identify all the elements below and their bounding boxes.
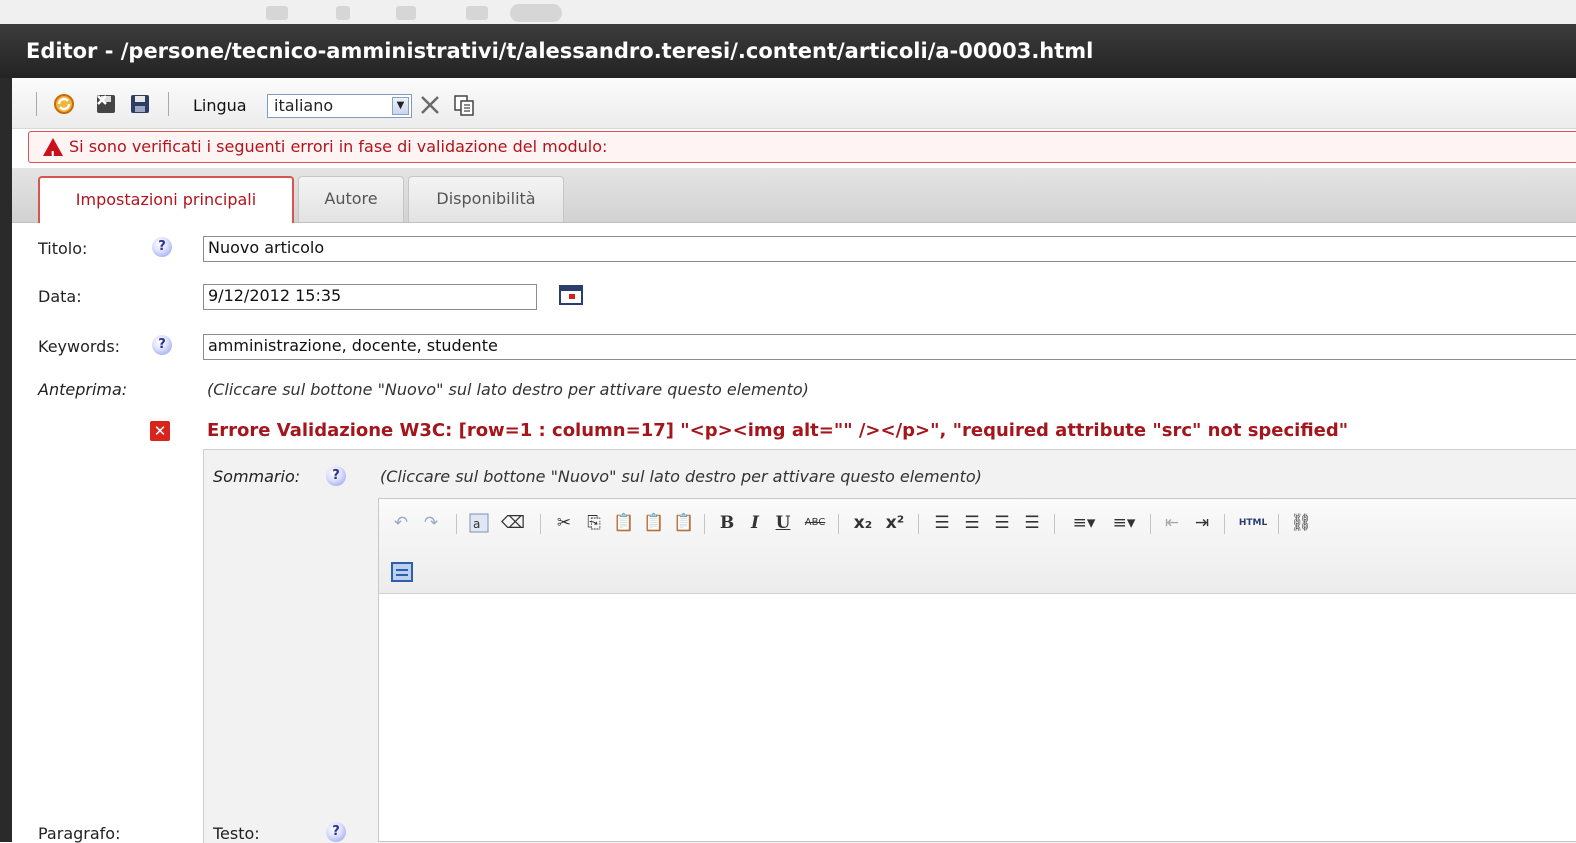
language-select[interactable]: italiano ▼ (267, 94, 412, 118)
language-label: Lingua (193, 96, 247, 115)
underline-button[interactable]: U (772, 508, 794, 538)
keywords-label: Keywords: (38, 337, 121, 356)
refresh-icon[interactable] (52, 92, 76, 116)
close-icon[interactable] (418, 93, 442, 117)
title-label: Titolo: (38, 239, 88, 258)
toolbar-separator (1278, 514, 1279, 534)
align-left-icon[interactable]: ☰ (930, 508, 954, 538)
html-source-button[interactable]: HTML (1236, 508, 1270, 538)
save-icon[interactable] (128, 92, 152, 116)
toolbar-separator (1054, 514, 1055, 534)
background-icon (266, 6, 288, 20)
preview-hint: (Cliccare sul bottone "Nuovo" sul lato d… (207, 380, 809, 399)
error-icon: ✕ (150, 421, 170, 441)
italic-button[interactable]: I (744, 508, 766, 538)
redo-icon[interactable]: ↷ (420, 508, 442, 538)
window-title: Editor - /persone/tecnico-amministrativi… (0, 24, 1576, 78)
title-input[interactable]: Nuovo articolo (203, 236, 1576, 262)
help-icon[interactable]: ? (152, 237, 172, 257)
link-icon[interactable]: ⛓ (1288, 508, 1314, 538)
background-icon (510, 4, 562, 22)
align-right-icon[interactable]: ☰ (990, 508, 1014, 538)
toolbar-separator (1150, 514, 1151, 534)
help-icon[interactable]: ? (326, 822, 346, 842)
background-page-strip (0, 0, 1576, 24)
outdent-icon[interactable]: ⇤ (1160, 508, 1184, 538)
align-center-icon[interactable]: ☰ (960, 508, 984, 538)
summary-label: Sommario: (213, 467, 301, 486)
numbered-list-icon[interactable]: ≡▾ (1066, 508, 1102, 538)
svg-text:a: a (473, 517, 480, 531)
toolbar-separator (704, 514, 705, 534)
paste-word-icon[interactable]: 📋 (672, 508, 696, 538)
background-icon (336, 6, 350, 20)
date-input[interactable]: 9/12/2012 15:35 (203, 284, 537, 310)
remove-format-icon[interactable]: a (466, 508, 492, 538)
eraser-icon[interactable]: ⌫ (500, 508, 526, 538)
copy-icon[interactable] (452, 93, 476, 117)
summary-hint: (Cliccare sul bottone "Nuovo" sul lato d… (380, 467, 982, 486)
background-icon (396, 6, 416, 20)
undo-icon[interactable]: ↶ (390, 508, 412, 538)
bullet-list-icon[interactable]: ≡▾ (1106, 508, 1142, 538)
calendar-icon[interactable] (559, 284, 583, 306)
save-exit-icon[interactable] (94, 92, 118, 116)
toolbar-separator (540, 514, 541, 534)
help-icon[interactable]: ? (152, 335, 172, 355)
toolbar-separator (1224, 514, 1225, 534)
superscript-button[interactable]: x² (882, 508, 908, 538)
warning-icon (43, 138, 63, 171)
paragraph-label: Paragrafo: (38, 824, 121, 843)
date-label: Data: (38, 287, 82, 306)
tab-disponibilita[interactable]: Disponibilità (408, 176, 564, 222)
paste-icon[interactable]: 📋 (612, 508, 636, 538)
toolbar-separator (918, 514, 919, 534)
toolbar-separator (838, 514, 839, 534)
copy-icon[interactable]: ⎘ (582, 508, 606, 538)
indent-icon[interactable]: ⇥ (1190, 508, 1214, 538)
validation-error-banner: Si sono verificati i seguenti errori in … (28, 131, 1576, 171)
toolbar-separator (36, 92, 37, 116)
preview-label: Anteprima: (38, 380, 128, 399)
toolbar-separator (168, 92, 169, 116)
toolbar-separator (456, 514, 457, 534)
window-frame (0, 78, 12, 842)
w3c-validation-error: Errore Validazione W3C: [row=1 : column=… (207, 420, 1349, 441)
validation-error-text: Si sono verificati i seguenti errori in … (69, 137, 608, 156)
help-icon[interactable]: ? (326, 466, 346, 486)
align-justify-icon[interactable]: ☰ (1020, 508, 1044, 538)
tab-impostazioni-principali[interactable]: Impostazioni principali (38, 176, 294, 223)
show-blocks-icon[interactable] (391, 562, 413, 582)
tab-autore[interactable]: Autore (298, 176, 404, 222)
keywords-input[interactable]: amministrazione, docente, studente (203, 334, 1576, 360)
subscript-button[interactable]: x₂ (850, 508, 876, 538)
language-value: italiano (274, 96, 334, 115)
strikethrough-button[interactable]: ABC (800, 508, 830, 538)
chevron-down-icon[interactable]: ▼ (392, 97, 409, 115)
bold-button[interactable]: B (716, 508, 738, 538)
background-icon (466, 6, 488, 20)
paste-text-icon[interactable]: 📋 (642, 508, 666, 538)
cut-icon[interactable]: ✂ (552, 508, 576, 538)
text-label: Testo: (213, 824, 260, 843)
